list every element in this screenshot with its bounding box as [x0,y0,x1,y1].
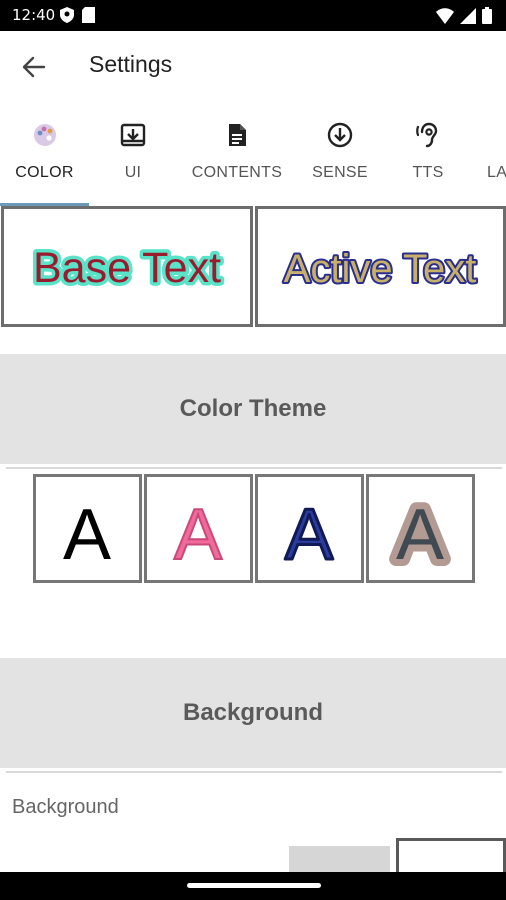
divider [6,467,502,469]
color-theme-pink[interactable]: A [144,474,253,583]
hearing-icon [414,121,442,149]
active-text-preview[interactable]: Active Text Active Text [255,206,506,327]
divider [6,771,502,773]
tab-sense[interactable]: SENSE [296,110,384,206]
color-theme-black[interactable]: A [33,474,142,583]
background-header: Background [0,658,506,768]
tab-ui[interactable]: UI [89,110,177,206]
sd-card-icon [82,7,95,27]
theme-letter: A [396,495,444,575]
background-label: Background [12,796,119,818]
theme-letter: A [63,495,111,575]
base-text-preview[interactable]: Base Text Base Text [1,206,253,327]
tab-label: COLOR [15,164,74,181]
app-bar: Settings [0,31,506,101]
tab-label: CONTENTS [191,164,283,181]
tab-color[interactable]: COLOR [0,110,89,206]
theme-letter: A [285,495,333,575]
active-text: Active Text [284,247,477,291]
navigation-bar [0,872,506,900]
battery-icon [482,7,492,28]
color-theme-slate[interactable]: A A [366,474,475,583]
tab-label: TTS [412,164,444,181]
signal-icon [460,7,476,28]
wifi-icon [436,7,454,28]
tab-label: SENSE [312,164,368,181]
base-text: Base Text [33,244,221,292]
download-box-icon [119,121,147,149]
tab-tts[interactable]: TTS [384,110,472,206]
page-title: Settings [89,51,173,77]
home-handle[interactable] [187,883,321,888]
tab-contents[interactable]: CONTENTS [186,110,288,206]
shield-icon [60,7,74,27]
status-time: 12:40 [12,6,56,24]
palette-icon [31,121,59,149]
back-button[interactable] [20,53,48,81]
color-theme-header: Color Theme [0,354,506,464]
tab-label: UI [124,164,142,181]
color-theme-blue[interactable]: A [255,474,364,583]
arrow-circle-down-icon [326,121,354,149]
tab-bar: COLOR UI CONTENTS SENSE TTS LA [0,110,506,206]
arrow-back-icon[interactable] [20,56,48,85]
theme-letter: A [174,495,222,575]
document-icon [223,121,251,149]
tab-la[interactable]: LA [472,110,506,206]
tab-label: LA [487,164,506,181]
status-bar: 12:40 [0,0,506,31]
